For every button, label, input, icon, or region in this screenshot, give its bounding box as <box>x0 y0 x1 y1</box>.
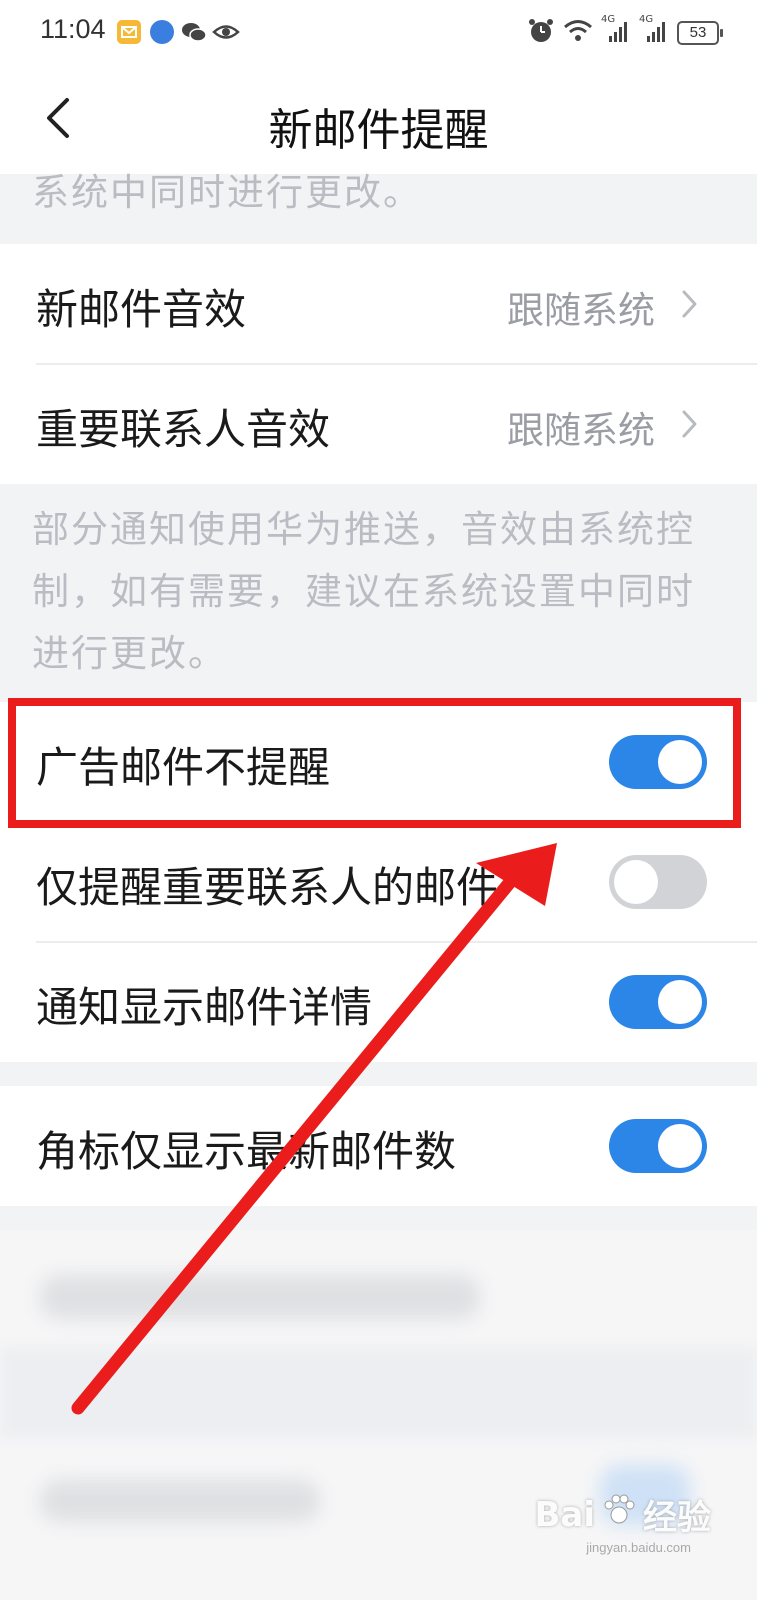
toggle-knob <box>658 980 702 1024</box>
important-contacts-only-label: 仅提醒重要联系人的邮件 <box>36 863 499 912</box>
app-header: 新邮件提醒 <box>0 66 757 174</box>
battery-indicator: 53 <box>677 21 723 45</box>
show-mail-details-toggle[interactable] <box>609 975 707 1029</box>
wechat-app-icon <box>181 20 207 44</box>
new-mail-sound-row[interactable]: 新邮件音效 跟随系统 <box>0 244 757 364</box>
paw-icon <box>601 1492 637 1537</box>
eye-app-icon <box>212 20 240 44</box>
important-contact-sound-row[interactable]: 重要联系人音效 跟随系统 <box>0 364 757 484</box>
wifi-icon <box>563 18 593 48</box>
important-contact-sound-label: 重要联系人音效 <box>36 405 331 454</box>
status-time: 11:04 <box>40 14 106 44</box>
important-contacts-only-row: 仅提醒重要联系人的邮件 <box>0 822 757 942</box>
network-type-label: 4G <box>601 14 616 25</box>
signal-4g-icon: 4G <box>601 14 631 48</box>
status-bar: 11:04 4G 4G 53 <box>0 0 757 66</box>
important-contacts-only-toggle[interactable] <box>609 855 707 909</box>
badge-latest-count-row: 角标仅显示最新邮件数 <box>0 1086 757 1206</box>
toggle-knob <box>658 1124 702 1168</box>
blurred-content <box>40 1275 480 1319</box>
alarm-icon <box>527 17 555 49</box>
blurred-content <box>40 1480 320 1522</box>
watermark-url: jingyan.baidu.com <box>586 1540 691 1555</box>
push-note: 部分通知使用华为推送，音效由系统控制，如有需要，建议在系统设置中同时进行更改。 <box>32 508 695 675</box>
badge-latest-count-toggle[interactable] <box>609 1119 707 1173</box>
browser-app-icon <box>150 20 174 44</box>
badge-settings-group: 角标仅显示最新邮件数 <box>0 1086 757 1206</box>
chevron-right-icon <box>681 288 699 320</box>
watermark-suffix: 经验 <box>643 1498 711 1538</box>
show-mail-details-label: 通知显示邮件详情 <box>36 983 373 1032</box>
watermark-brand: Bai <box>534 1494 595 1535</box>
signal-4g-icon: 4G <box>639 14 669 48</box>
chevron-right-icon <box>681 408 699 440</box>
status-icons: 4G 4G 53 <box>527 14 723 50</box>
baidu-watermark: Bai 经验 <box>534 1490 711 1539</box>
toggle-knob <box>614 860 658 904</box>
page-title: 新邮件提醒 <box>268 105 489 156</box>
top-note: 系统中同时进行更改。 <box>32 171 422 214</box>
show-mail-details-row: 通知显示邮件详情 <box>0 942 757 1062</box>
annotation-highlight-box <box>8 698 741 828</box>
sound-settings-group: 新邮件音效 跟随系统 重要联系人音效 跟随系统 <box>0 244 757 484</box>
new-mail-sound-label: 新邮件音效 <box>36 285 247 334</box>
important-contact-sound-value: 跟随系统 <box>507 409 655 452</box>
new-mail-sound-value: 跟随系统 <box>507 289 655 332</box>
badge-latest-count-label: 角标仅显示最新邮件数 <box>36 1127 457 1176</box>
blurred-content <box>0 1348 757 1438</box>
network-type-label: 4G <box>639 14 654 25</box>
mail-app-icon <box>117 20 141 44</box>
